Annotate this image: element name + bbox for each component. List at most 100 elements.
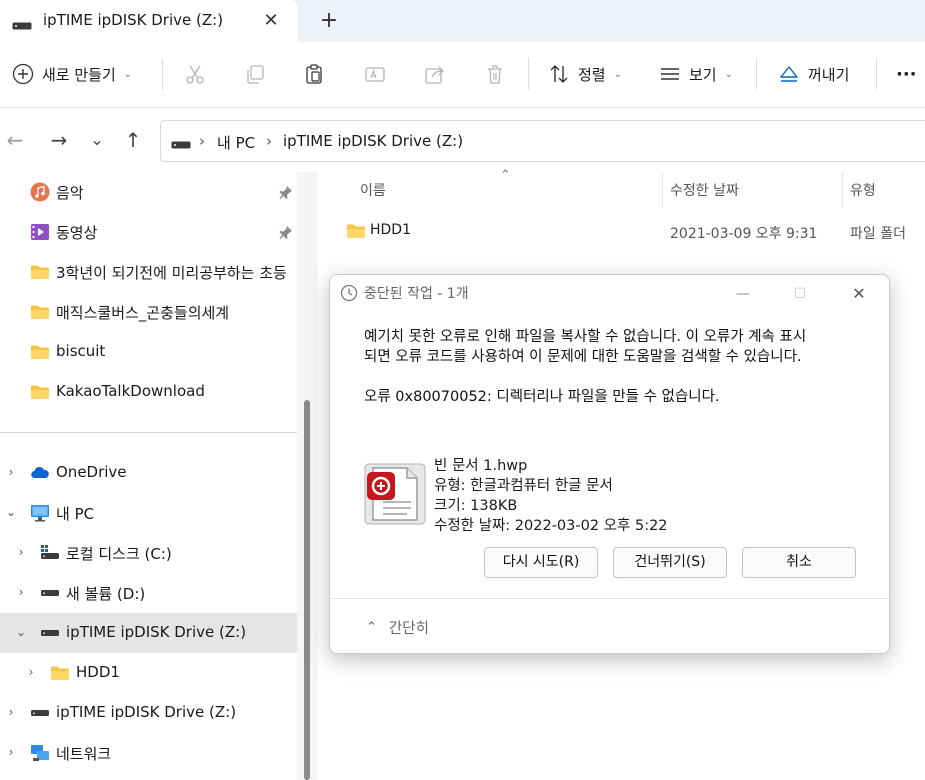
chevron-right-icon[interactable]: › — [4, 465, 18, 481]
sidebar-item-network[interactable]: › 네트워크 — [0, 733, 297, 773]
toolbar-divider — [528, 58, 529, 90]
sidebar-item-label: 내 PC — [56, 505, 95, 523]
sidebar-item-volume-d[interactable]: › 새 볼륨 (D:) — [0, 573, 297, 613]
chevron-right-icon[interactable]: › — [24, 665, 38, 681]
up-arrow-icon[interactable]: ↑ — [119, 126, 147, 154]
close-icon[interactable]: ✕ — [839, 279, 879, 309]
cut-button[interactable] — [184, 56, 206, 92]
eject-button[interactable]: 꺼내기 — [778, 56, 849, 92]
video-icon — [30, 222, 50, 242]
new-button-label: 새로 만들기 — [42, 65, 116, 84]
folder-icon — [30, 382, 50, 402]
sidebar-item-videos[interactable]: 동영상 — [0, 212, 297, 252]
less-details-label: 간단히 — [388, 620, 429, 637]
file-size: 크기: 138KB — [434, 498, 518, 514]
maximize-icon[interactable]: ☐ — [780, 279, 820, 309]
new-button[interactable]: 새로 만들기 ⌄ — [12, 56, 132, 92]
breadcrumb-separator[interactable]: › — [266, 132, 272, 150]
drive-icon — [30, 703, 50, 723]
sidebar-item-folder-biscuit[interactable]: biscuit — [0, 332, 297, 372]
column-divider[interactable] — [842, 172, 843, 208]
copy-button[interactable] — [244, 56, 266, 92]
file-row[interactable]: HDD1 2021-03-09 오후 9:31 파일 폴더 — [318, 212, 925, 250]
chevron-right-icon[interactable]: › — [4, 745, 18, 761]
sidebar-item-iptime-drive-z-network[interactable]: › ipTIME ipDISK Drive (Z:) — [0, 693, 297, 733]
chevron-right-icon[interactable]: › — [14, 585, 28, 601]
monitor-icon — [30, 503, 50, 523]
forward-arrow-icon[interactable]: → — [45, 126, 73, 154]
tab-close-icon[interactable]: ✕ — [258, 8, 284, 34]
column-divider[interactable] — [662, 172, 663, 208]
file-name: HDD1 — [370, 222, 411, 238]
sidebar-item-iptime-drive-z[interactable]: ⌄ ipTIME ipDISK Drive (Z:) — [0, 613, 297, 653]
column-header-name[interactable]: 이름 — [360, 180, 386, 200]
sidebar-item-onedrive[interactable]: › OneDrive — [0, 453, 297, 493]
sort-button[interactable]: 정렬 ⌄ — [548, 56, 622, 92]
sort-up-icon: ⌃ — [500, 168, 511, 183]
sidebar-item-local-disk-c[interactable]: › 로컬 디스크 (C:) — [0, 533, 297, 573]
view-button[interactable]: 보기 ⌄ — [659, 56, 733, 92]
rename-button[interactable] — [364, 56, 386, 92]
sidebar-item-label: 로컬 디스크 (C:) — [66, 545, 172, 563]
sidebar-item-label: 새 볼륨 (D:) — [66, 585, 146, 603]
more-options-icon[interactable]: ··· — [896, 56, 917, 92]
breadcrumb-my-pc[interactable]: 내 PC — [217, 132, 255, 153]
sidebar-divider — [0, 432, 297, 433]
pin-icon[interactable] — [278, 224, 294, 240]
sidebar-item-folder-grade3[interactable]: 3학년이 되기전에 미리공부하는 초등 — [0, 252, 297, 292]
folder-icon — [346, 221, 366, 245]
sidebar-item-label: 매직스쿨버스_곤충들의세계 — [56, 304, 230, 322]
dialog-footer: ⌃ 간단히 — [330, 598, 889, 653]
sidebar-item-my-pc[interactable]: ⌄ 내 PC — [0, 493, 297, 533]
sidebar-item-label: 3학년이 되기전에 미리공부하는 초등 — [56, 264, 287, 282]
navigation-pane: 음악 동영상 3학년이 되기전에 미리공부하는 초등 매직스쿨버스_곤충들의세계… — [0, 172, 318, 780]
error-message-line1: 예기치 못한 오류로 인해 파일을 복사할 수 없습니다. 이 오류가 계속 표… — [364, 329, 807, 345]
retry-button[interactable]: 다시 시도(R) — [484, 547, 598, 578]
tab-strip: ipTIME ipDISK Drive (Z:) ✕ + — [0, 0, 925, 42]
sidebar-item-music[interactable]: 음악 — [0, 172, 297, 212]
sidebar-item-folder-kakaotalk[interactable]: KakaoTalkDownload — [0, 372, 297, 412]
chevron-right-icon[interactable]: › — [14, 545, 28, 561]
column-header-modified[interactable]: 수정한 날짜 — [670, 180, 739, 200]
error-message-line2: 되면 오류 코드를 사용하여 이 문제에 대한 도움말을 검색할 수 있습니다. — [364, 349, 802, 365]
address-bar[interactable]: › 내 PC › ipTIME ipDISK Drive (Z:) — [160, 120, 925, 162]
sidebar-item-folder-magic-school-bus[interactable]: 매직스쿨버스_곤충들의세계 — [0, 292, 297, 332]
new-tab-icon[interactable]: + — [316, 8, 342, 34]
paste-button[interactable] — [303, 56, 325, 92]
sidebar-scrollbar-thumb[interactable] — [304, 400, 310, 780]
breadcrumb-iptime-drive[interactable]: ipTIME ipDISK Drive (Z:) — [283, 132, 463, 150]
minimize-icon[interactable]: — — [723, 279, 763, 309]
rename-icon — [364, 63, 386, 85]
back-arrow-icon[interactable]: ← — [1, 126, 29, 154]
copy-icon — [244, 63, 266, 85]
drive-icon — [40, 623, 60, 643]
less-details-button[interactable]: ⌃ 간단히 — [366, 615, 429, 639]
chevron-down-icon[interactable]: ⌄ — [4, 505, 18, 521]
chevron-down-icon: ⌄ — [724, 68, 733, 80]
pin-icon[interactable] — [278, 184, 294, 200]
file-name: 빈 문서 1.hwp — [434, 458, 528, 474]
chevron-down-icon[interactable]: ⌄ — [14, 625, 28, 641]
sort-icon — [548, 63, 570, 85]
view-lines-icon — [659, 63, 681, 85]
tab-iptime-drive[interactable]: ipTIME ipDISK Drive (Z:) ✕ — [0, 0, 298, 42]
delete-button[interactable] — [484, 56, 506, 92]
view-label: 보기 — [689, 65, 717, 84]
folder-icon — [30, 342, 50, 362]
share-button[interactable] — [424, 56, 446, 92]
sidebar-item-label: biscuit — [56, 342, 106, 360]
sidebar-item-hdd1[interactable]: › HDD1 — [0, 653, 297, 693]
sidebar-item-label: 네트워크 — [56, 745, 112, 763]
folder-icon — [30, 302, 50, 322]
command-bar: 새로 만들기 ⌄ 정렬 ⌄ 보기 ⌄ 꺼내기 ··· — [0, 42, 925, 108]
toolbar-divider — [876, 58, 877, 90]
dialog-title: 중단된 작업 - 1개 — [364, 286, 469, 302]
chevron-right-icon[interactable]: › — [4, 705, 18, 721]
column-header-type[interactable]: 유형 — [850, 180, 876, 200]
skip-button[interactable]: 건너뛰기(S) — [613, 547, 727, 578]
cancel-button[interactable]: 취소 — [742, 547, 856, 578]
file-modified: 2021-03-09 오후 9:31 — [670, 226, 818, 242]
breadcrumb-separator[interactable]: › — [199, 132, 205, 150]
drive-icon — [171, 137, 191, 153]
recent-locations-icon[interactable]: ⌄ — [83, 126, 111, 154]
